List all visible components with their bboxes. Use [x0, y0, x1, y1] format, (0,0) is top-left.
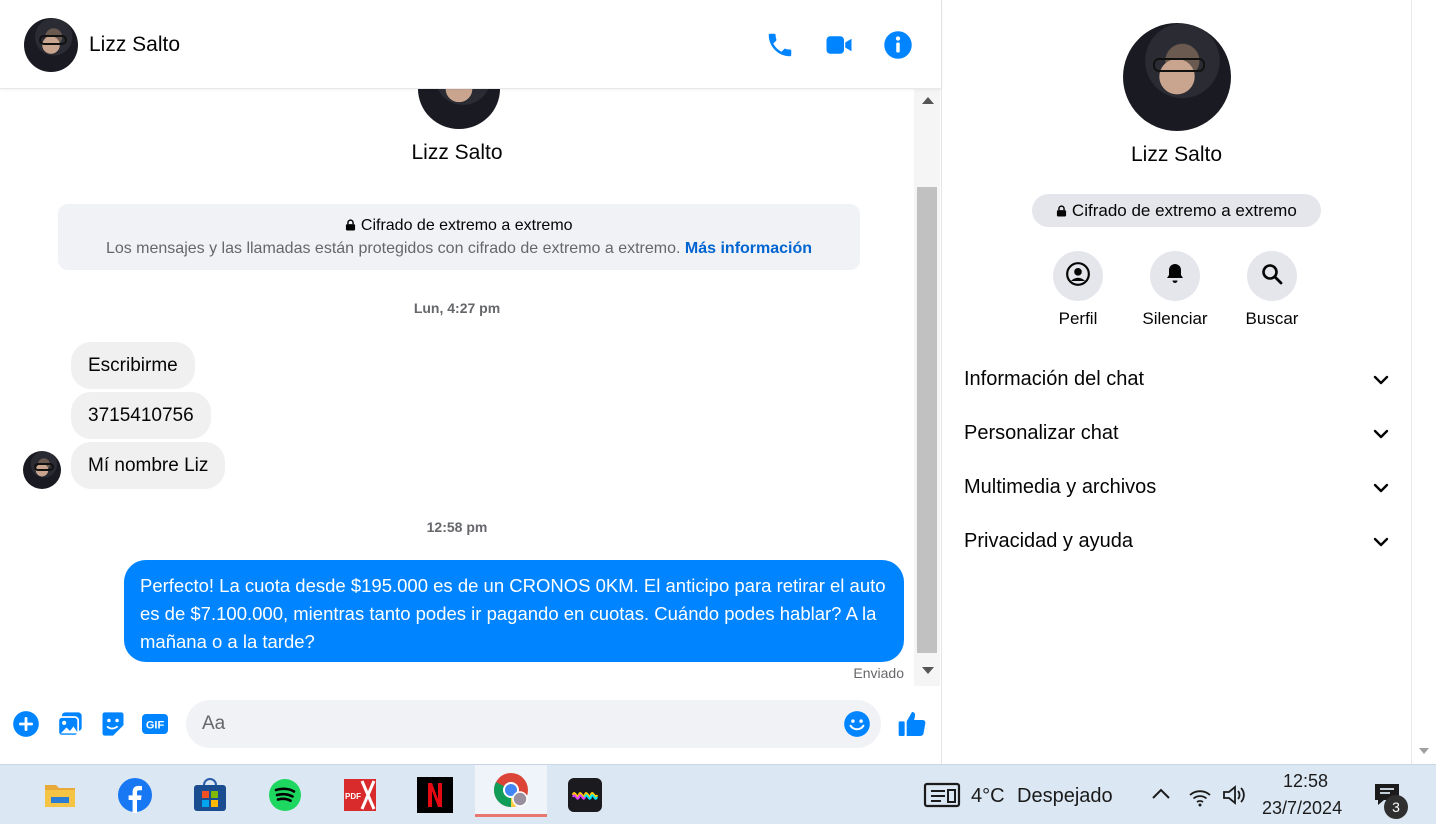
mute-label: Silenciar — [1142, 309, 1208, 328]
chat-header: Lizz Salto — [0, 0, 941, 89]
mute-button[interactable]: Silenciar — [1130, 251, 1220, 329]
chat-info-panel: Lizz Salto Cifrado de extremo a extremo … — [942, 0, 1411, 764]
wifi-icon[interactable] — [1188, 785, 1212, 807]
info-contact-name: Lizz Salto — [1130, 143, 1223, 166]
chevron-down-icon — [1373, 480, 1389, 496]
video-camera-icon[interactable] — [824, 30, 854, 60]
message-input-container[interactable] — [186, 700, 881, 748]
weather-icon[interactable] — [923, 782, 961, 808]
chat-pane: Lizz Salto Lizz Salto Cifrado de extremo… — [0, 0, 942, 764]
page-scrollbar[interactable] — [1411, 0, 1436, 764]
windows-taskbar: PDF 4°C Despejado 12:58 23/7/2024 3 — [0, 764, 1436, 824]
outgoing-message[interactable]: Perfecto! La cuota desde $195.000 es de … — [124, 560, 904, 662]
microsoft-store-icon[interactable] — [188, 773, 232, 817]
sender-avatar[interactable] — [23, 451, 61, 489]
section-media-files[interactable]: Multimedia y archivos — [964, 468, 1389, 508]
phone-icon[interactable] — [765, 30, 795, 60]
file-explorer-icon[interactable] — [38, 773, 82, 817]
chevron-up-icon[interactable] — [1150, 785, 1172, 803]
thread-contact-avatar — [418, 89, 500, 129]
bell-icon — [1163, 262, 1187, 291]
weather-temperature[interactable]: 4°C — [971, 785, 1005, 808]
info-icon[interactable] — [883, 30, 913, 60]
chrome-icon[interactable] — [475, 765, 547, 817]
profile-button[interactable]: Perfil — [1033, 251, 1123, 329]
emoji-icon[interactable] — [843, 710, 871, 738]
scroll-up-arrow-icon[interactable] — [922, 97, 934, 104]
thread-scrollbar[interactable] — [914, 89, 940, 686]
svg-text:PDF: PDF — [345, 792, 361, 801]
timestamp: 12:58 pm — [426, 519, 488, 535]
waveform-app-icon[interactable] — [563, 773, 607, 817]
gif-icon[interactable]: GIF — [141, 710, 169, 738]
encryption-notice: Cifrado de extremo a extremo Los mensaje… — [58, 204, 860, 270]
image-icon[interactable] — [56, 710, 84, 738]
facebook-icon[interactable] — [113, 773, 157, 817]
pdf-x-icon[interactable]: PDF — [338, 773, 382, 817]
search-icon — [1260, 262, 1284, 291]
volume-icon[interactable] — [1222, 784, 1248, 806]
chevron-down-icon — [1373, 372, 1389, 388]
svg-text:GIF: GIF — [146, 720, 165, 732]
scrollbar-thumb[interactable] — [917, 187, 937, 653]
profile-icon — [1065, 261, 1091, 292]
more-info-link[interactable]: Más información — [685, 240, 812, 257]
incoming-message[interactable]: Escribirme — [71, 342, 195, 389]
thumbs-up-icon[interactable] — [896, 708, 928, 740]
profile-label: Perfil — [1058, 309, 1098, 328]
encryption-badge[interactable]: Cifrado de extremo a extremo — [1032, 194, 1321, 227]
search-button[interactable]: Buscar — [1227, 251, 1317, 329]
lock-icon — [1056, 201, 1067, 220]
header-contact-name[interactable]: Lizz Salto — [89, 33, 180, 57]
netflix-icon[interactable] — [413, 773, 457, 817]
section-chat-info[interactable]: Información del chat — [964, 360, 1389, 400]
sent-status: Enviado — [853, 665, 904, 681]
plus-icon[interactable] — [12, 710, 40, 738]
weather-description[interactable]: Despejado — [1017, 785, 1113, 808]
spotify-icon[interactable] — [263, 773, 307, 817]
timestamp: Lun, 4:27 pm — [413, 300, 501, 316]
thread-contact-name: Lizz Salto — [411, 141, 503, 164]
message-composer: GIF — [0, 686, 941, 764]
sticker-icon[interactable] — [99, 710, 127, 738]
section-customize-chat[interactable]: Personalizar chat — [964, 414, 1389, 454]
chevron-down-icon — [1373, 534, 1389, 550]
clock-time[interactable]: 12:58 — [1283, 771, 1328, 792]
section-privacy-help[interactable]: Privacidad y ayuda — [964, 522, 1389, 562]
chevron-down-icon — [1373, 426, 1389, 442]
notification-count-badge[interactable]: 3 — [1384, 795, 1408, 819]
clock-date[interactable]: 23/7/2024 — [1262, 798, 1342, 819]
info-avatar[interactable] — [1123, 23, 1231, 131]
message-input[interactable] — [202, 700, 832, 748]
message-thread[interactable]: Lizz Salto Cifrado de extremo a extremo … — [0, 89, 914, 686]
lock-icon — [345, 217, 356, 234]
header-avatar[interactable] — [24, 18, 78, 72]
incoming-message[interactable]: 3715410756 — [71, 392, 211, 439]
encryption-notice-description: Los mensajes y las llamadas están proteg… — [105, 240, 813, 257]
encryption-notice-title: Cifrado de extremo a extremo — [58, 217, 860, 235]
scroll-down-arrow-icon[interactable] — [1419, 748, 1429, 754]
scroll-down-arrow-icon[interactable] — [922, 667, 934, 674]
search-label: Buscar — [1245, 309, 1299, 328]
incoming-message[interactable]: Mí nombre Liz — [71, 442, 226, 489]
